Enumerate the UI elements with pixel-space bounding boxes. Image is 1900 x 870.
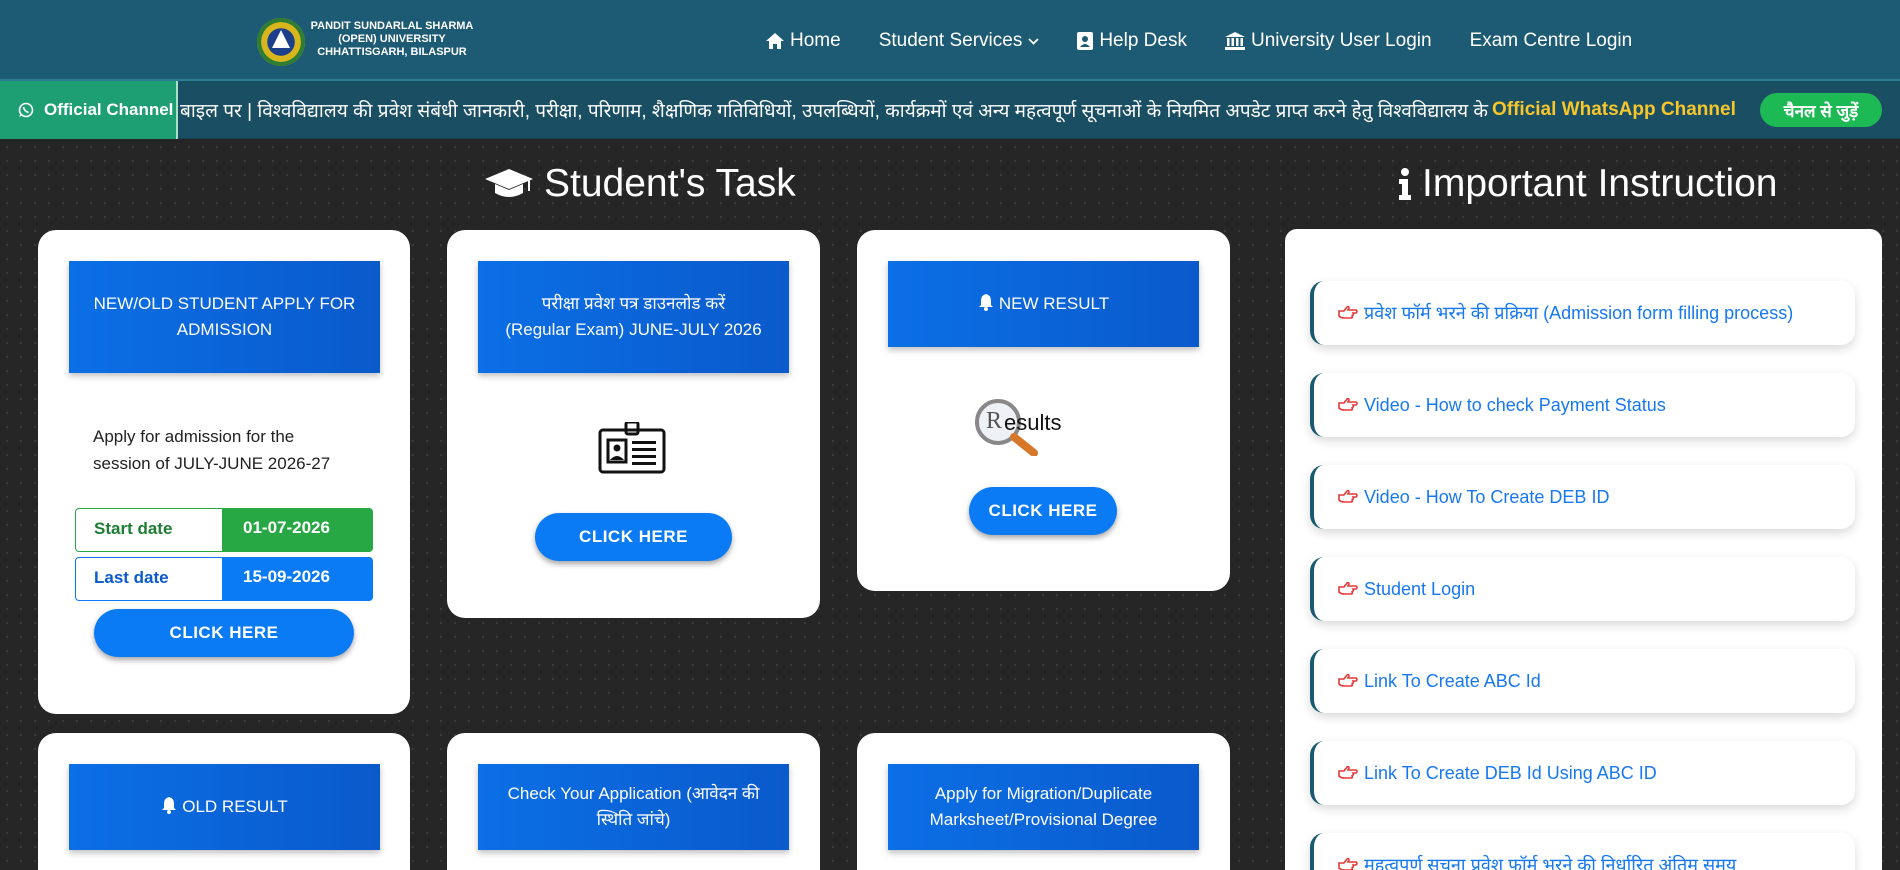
instruction-item-label: Link To Create DEB Id Using ABC ID [1364, 762, 1657, 783]
nav-home[interactable]: Home [766, 30, 841, 52]
important-instruction-heading: Important Instruction [1398, 162, 1778, 206]
instructions-panel: प्रवेश फॉर्म भरने की प्रक्रिया (Admissio… [1285, 229, 1882, 870]
results-image-letter: R [986, 408, 1003, 434]
old-result-card: OLD RESULT [38, 733, 410, 870]
nav-exam-centre-login[interactable]: Exam Centre Login [1470, 30, 1633, 52]
admit-card-click-here-button[interactable]: CLICK HERE [535, 513, 732, 561]
results-magnifier-image: R esults [970, 396, 1080, 456]
hand-pointing-right-icon [1338, 582, 1358, 595]
instruction-item[interactable]: Student Login [1310, 557, 1855, 621]
results-image-text: esults [1004, 410, 1062, 435]
admission-head-line-1: NEW/OLD STUDENT APPLY FOR [93, 294, 356, 313]
official-channel-label: Official Channel [0, 81, 178, 139]
last-date-value: 15-09-2026 [223, 557, 373, 601]
start-date-row: Start date 01-07-2026 [75, 508, 373, 552]
students-task-title: Student's Task [544, 162, 796, 205]
instruction-item-label: Student Login [1364, 578, 1476, 599]
hand-pointing-right-icon [1338, 674, 1358, 687]
nav-student-services-label: Student Services [878, 30, 1023, 51]
new-result-header: NEW RESULT [888, 261, 1199, 347]
nav-menu: Home Student Services Help Desk Universi… [766, 28, 1670, 54]
contact-card-icon [1077, 32, 1094, 50]
instruction-item-label: Link To Create ABC Id [1364, 670, 1541, 691]
last-date-row: Last date 15-09-2026 [75, 557, 373, 601]
nav-university-login-label: University User Login [1250, 30, 1432, 51]
logo-text: PANDIT SUNDARLAL SHARMA (OPEN) UNIVERSIT… [297, 20, 487, 59]
instruction-item[interactable]: Video - How To Create DEB ID [1310, 465, 1855, 529]
instruction-item[interactable]: Link To Create ABC Id [1310, 649, 1855, 713]
start-date-value: 01-07-2026 [223, 508, 373, 552]
nav-exam-centre-login-label: Exam Centre Login [1469, 30, 1633, 51]
instruction-item[interactable]: Video - How to check Payment Status [1310, 373, 1855, 437]
check-application-head-line-1: Check Your Application (आवेदन की [507, 784, 760, 803]
old-result-header[interactable]: OLD RESULT [69, 764, 380, 850]
admission-card-header: NEW/OLD STUDENT APPLY FOR ADMISSION [69, 261, 380, 373]
top-navbar: PANDIT SUNDARLAL SHARMA (OPEN) UNIVERSIT… [0, 0, 1900, 81]
info-icon [1399, 168, 1411, 200]
admission-click-here-button[interactable]: CLICK HERE [94, 609, 354, 657]
chevron-down-icon [1028, 37, 1039, 45]
hand-pointing-right-icon [1338, 306, 1358, 319]
old-result-head: OLD RESULT [161, 794, 288, 820]
nav-help-desk[interactable]: Help Desk [1077, 30, 1187, 52]
instruction-item[interactable]: प्रवेश फॉर्म भरने की प्रक्रिया (Admissio… [1310, 281, 1855, 345]
admission-head-line-2: ADMISSION [176, 320, 273, 339]
bell-icon [162, 797, 177, 814]
join-channel-button[interactable]: चैनल से जुड़ें [1760, 93, 1882, 127]
hand-pointing-right-icon [1338, 490, 1358, 503]
home-icon [766, 33, 784, 49]
official-channel-text: Official Channel [44, 100, 174, 119]
old-result-head-text: OLD RESULT [182, 797, 288, 816]
admit-card-head-line-2: (Regular Exam) JUNE-JULY 2026 [505, 320, 762, 339]
admission-card: NEW/OLD STUDENT APPLY FOR ADMISSION Appl… [38, 230, 410, 714]
nav-student-services[interactable]: Student Services [879, 30, 1040, 52]
start-date-label: Start date [75, 508, 223, 552]
hand-pointing-right-icon [1338, 398, 1358, 411]
nav-university-login[interactable]: University User Login [1224, 30, 1432, 52]
nav-home-label: Home [790, 30, 841, 51]
logo-line-1: PANDIT SUNDARLAL SHARMA [310, 20, 474, 32]
last-date-label: Last date [75, 557, 223, 601]
new-result-head: NEW RESULT [978, 291, 1109, 317]
admission-description: Apply for admission for the session of J… [93, 427, 331, 473]
students-task-heading: Student's Task [484, 162, 796, 206]
ticker-marquee: बाइल पर | विश्वविद्यालय की प्रवेश संबंधी… [180, 81, 1743, 139]
instruction-item-label: Video - How to check Payment Status [1364, 394, 1666, 415]
migration-head-line-2: Marksheet/Provisional Degree [929, 810, 1158, 829]
nav-help-desk-label: Help Desk [1099, 30, 1187, 51]
whatsapp-icon [18, 102, 34, 118]
hand-pointing-right-icon [1338, 766, 1358, 779]
instruction-item[interactable]: Link To Create DEB Id Using ABC ID [1310, 741, 1855, 805]
important-instruction-title: Important Instruction [1422, 162, 1778, 205]
check-application-header[interactable]: Check Your Application (आवेदन की स्थिति … [478, 764, 789, 850]
instruction-item-label: प्रवेश फॉर्म भरने की प्रक्रिया (Admissio… [1364, 303, 1794, 323]
ticker-highlight: Official WhatsApp Channel [1492, 99, 1736, 120]
new-result-click-here-button[interactable]: CLICK HERE [969, 487, 1117, 535]
migration-header[interactable]: Apply for Migration/Duplicate Marksheet/… [888, 764, 1199, 850]
instruction-item[interactable]: महत्वपूर्ण सूचना प्रवेश फॉर्म भरने की नि… [1310, 833, 1855, 870]
logo-line-2: (OPEN) UNIVERSITY [338, 33, 446, 45]
logo-line-3: CHHATTISGARH, BILASPUR [317, 46, 467, 58]
admit-card-download-card: परीक्षा प्रवेश पत्र डाउनलोड करें (Regula… [447, 230, 820, 618]
hand-pointing-right-icon [1338, 858, 1358, 870]
migration-card: Apply for Migration/Duplicate Marksheet/… [857, 733, 1230, 870]
check-application-card: Check Your Application (आवेदन की स्थिति … [447, 733, 820, 870]
admit-card-head-line-1: परीक्षा प्रवेश पत्र डाउनलोड करें [541, 294, 726, 313]
bell-icon [978, 294, 993, 311]
instruction-item-label: महत्वपूर्ण सूचना प्रवेश फॉर्म भरने की नि… [1364, 855, 1737, 870]
check-application-head-line-2: स्थिति जांचे) [596, 810, 671, 829]
ticker-text: बाइल पर | विश्वविद्यालय की प्रवेश संबंधी… [180, 101, 1488, 122]
new-result-card: NEW RESULT R esults CLICK HERE [857, 230, 1230, 591]
new-result-head-text: NEW RESULT [998, 294, 1110, 313]
university-logo[interactable]: PANDIT SUNDARLAL SHARMA (OPEN) UNIVERSIT… [257, 16, 477, 68]
id-card-icon [598, 422, 666, 474]
announcement-ticker: Official Channel बाइल पर | विश्वविद्यालय… [0, 81, 1900, 139]
migration-head-line-1: Apply for Migration/Duplicate [934, 784, 1153, 803]
admit-card-header: परीक्षा प्रवेश पत्र डाउनलोड करें (Regula… [478, 261, 789, 373]
graduation-cap-icon [485, 169, 533, 197]
instruction-item-label: Video - How To Create DEB ID [1364, 486, 1610, 507]
university-building-icon [1224, 32, 1245, 50]
